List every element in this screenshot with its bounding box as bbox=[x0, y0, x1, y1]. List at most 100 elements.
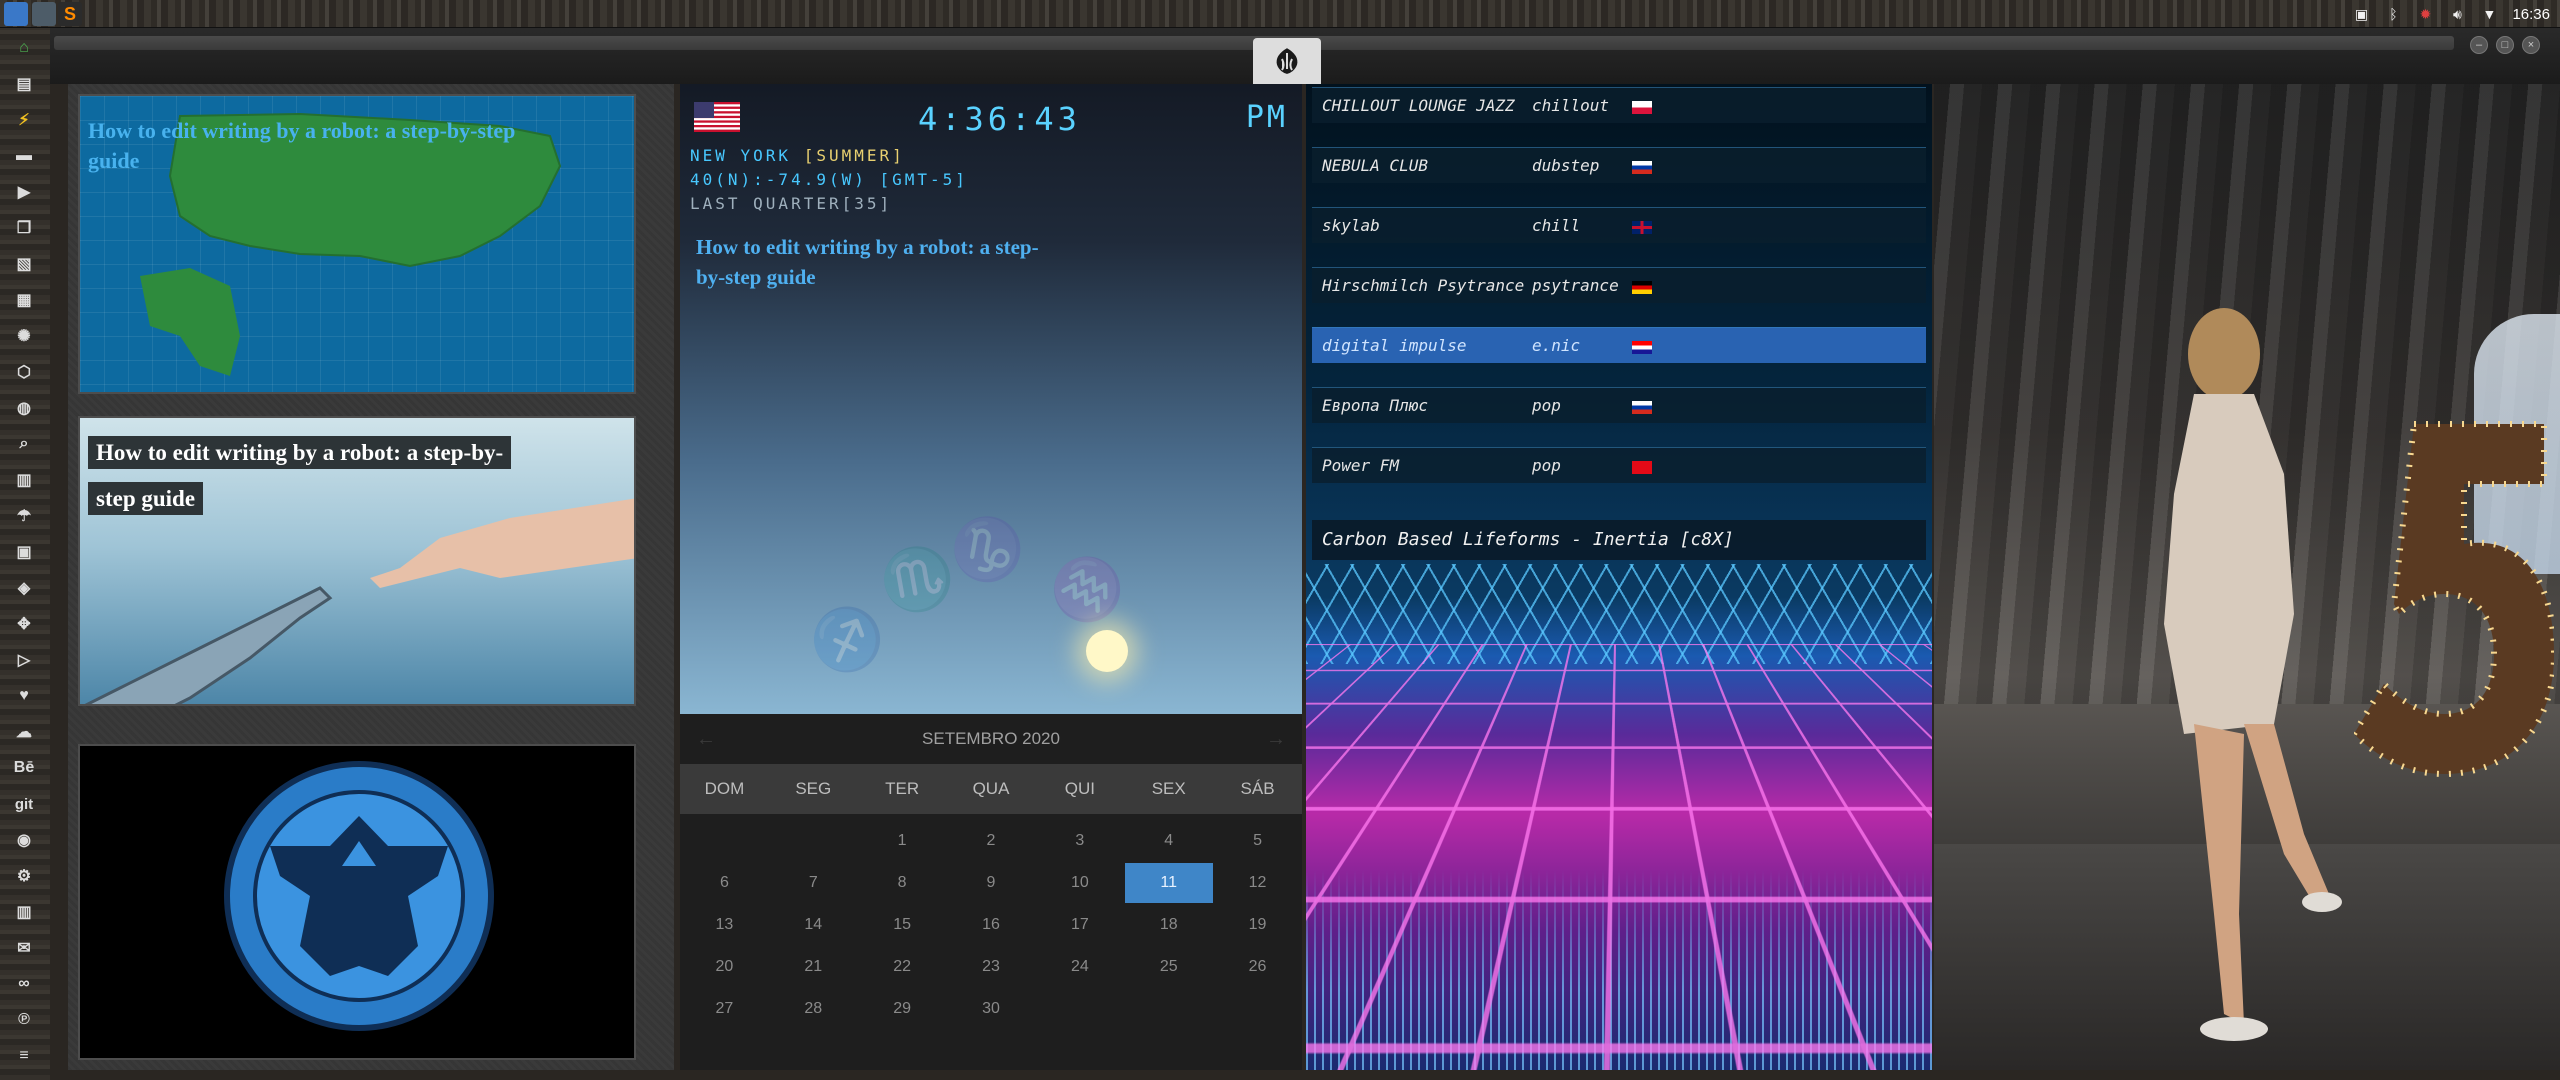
photo-tray-icon[interactable]: ▣ bbox=[2352, 6, 2370, 22]
station-row[interactable]: digital impulse e.nic bbox=[1312, 327, 1926, 363]
rebel-icon[interactable]: ✺ bbox=[10, 322, 38, 350]
calendar-next-button[interactable]: → bbox=[1266, 714, 1286, 764]
news-headline[interactable]: How to edit writing by a robot: a step-b… bbox=[88, 430, 528, 522]
calendar-day[interactable]: 13 bbox=[680, 904, 769, 946]
news-headline[interactable]: How to edit writing by a robot: a step-b… bbox=[696, 232, 1056, 292]
image-icon[interactable]: ▧ bbox=[10, 250, 38, 278]
station-name: Европа Плюс bbox=[1322, 396, 1428, 415]
calendar-day[interactable]: 2 bbox=[947, 820, 1036, 862]
station-row[interactable]: Power FM pop bbox=[1312, 447, 1926, 483]
umbrella-icon[interactable]: ☂ bbox=[10, 502, 38, 530]
update-icon[interactable]: ✹ bbox=[2416, 6, 2434, 22]
location-coords: 40(N):-74.9(W) [GMT-5] bbox=[690, 170, 968, 189]
link-icon[interactable]: ∞ bbox=[10, 970, 38, 998]
calendar-day[interactable]: 29 bbox=[858, 988, 947, 1030]
github-icon[interactable]: ◉ bbox=[10, 826, 38, 854]
sublime-launcher-icon[interactable]: S bbox=[58, 2, 82, 26]
globe-icon[interactable]: ◍ bbox=[10, 394, 38, 422]
calendar-day[interactable]: 16 bbox=[947, 904, 1036, 946]
archive-icon[interactable]: ▬ bbox=[10, 142, 38, 170]
calendar-day[interactable]: 6 bbox=[680, 862, 769, 904]
files-icon[interactable]: ❐ bbox=[10, 214, 38, 242]
expand-icon[interactable]: ✥ bbox=[10, 610, 38, 638]
station-row[interactable]: Европа Плюс pop bbox=[1312, 387, 1926, 423]
calendar-day[interactable]: 4 bbox=[1124, 820, 1213, 862]
behance-icon[interactable]: Bē bbox=[10, 754, 38, 782]
calendar-day[interactable]: 15 bbox=[858, 904, 947, 946]
station-row[interactable]: NEBULA CLUB dubstep bbox=[1312, 147, 1926, 183]
station-name: Power FM bbox=[1322, 456, 1400, 475]
map-icon[interactable]: ▥ bbox=[10, 466, 38, 494]
tag-icon[interactable]: ◈ bbox=[10, 574, 38, 602]
station-row[interactable]: skylab chill bbox=[1312, 207, 1926, 243]
bluetooth-icon[interactable]: ᛒ bbox=[2384, 6, 2402, 22]
calendar-day[interactable]: 3 bbox=[1035, 820, 1124, 862]
panel-clock[interactable]: 16:36 bbox=[2512, 6, 2550, 23]
station-row[interactable]: Hirschmilch Psytrance psytrance bbox=[1312, 267, 1926, 303]
calendar-day[interactable]: 20 bbox=[680, 946, 769, 988]
news-card-shield[interactable] bbox=[78, 744, 636, 1060]
weekday-label: SEX bbox=[1151, 779, 1186, 798]
files-launcher-icon[interactable] bbox=[4, 2, 28, 26]
heart-icon[interactable]: ♥ bbox=[10, 682, 38, 710]
model-photo bbox=[2164, 308, 2342, 1041]
calendar-day[interactable]: 21 bbox=[769, 946, 858, 988]
calendar-day[interactable]: 1 bbox=[858, 820, 947, 862]
minimize-button[interactable]: – bbox=[2470, 36, 2488, 54]
pinterest-icon[interactable]: ℗ bbox=[10, 1006, 38, 1034]
mail-icon[interactable]: ✉ bbox=[10, 934, 38, 962]
calendar-prev-button[interactable]: ← bbox=[696, 714, 716, 764]
calendar-day[interactable]: 24 bbox=[1035, 946, 1124, 988]
list-icon[interactable]: ≡ bbox=[10, 1042, 38, 1070]
shield-logo-icon bbox=[224, 761, 494, 1031]
calendar-day[interactable]: 25 bbox=[1124, 946, 1213, 988]
news-icon[interactable]: ▦ bbox=[10, 286, 38, 314]
calendar-day[interactable]: 5 bbox=[1213, 820, 1302, 862]
calendar-day-number: 25 bbox=[1159, 958, 1178, 975]
window-titlebar[interactable]: – □ × bbox=[50, 28, 2560, 84]
git-icon[interactable]: git bbox=[10, 790, 38, 818]
calendar-day[interactable]: 7 bbox=[769, 862, 858, 904]
close-button[interactable]: × bbox=[2522, 36, 2540, 54]
volume-icon[interactable]: 🔊︎ bbox=[2448, 6, 2466, 22]
calendar-day[interactable]: 8 bbox=[858, 862, 947, 904]
calendar-day[interactable]: 28 bbox=[769, 988, 858, 1030]
calendar-day[interactable]: 27 bbox=[680, 988, 769, 1030]
youtube-icon[interactable]: ▷ bbox=[10, 646, 38, 674]
calendar-day-today[interactable]: 11 bbox=[1124, 862, 1213, 904]
croatia-flag-icon bbox=[1632, 341, 1652, 354]
station-row[interactable]: CHILLOUT LOUNGE JAZZ chillout bbox=[1312, 87, 1926, 123]
calendar-day[interactable]: 22 bbox=[858, 946, 947, 988]
zodiac-glyph-icon: ♑ bbox=[944, 509, 1031, 591]
calendar-day[interactable]: 12 bbox=[1213, 862, 1302, 904]
map2-icon[interactable]: ▥ bbox=[10, 898, 38, 926]
maximize-button[interactable]: □ bbox=[2496, 36, 2514, 54]
news-headline[interactable]: How to edit writing by a robot: a step-b… bbox=[88, 116, 558, 176]
calendar-day[interactable]: 23 bbox=[947, 946, 1036, 988]
calendar-day-number: 5 bbox=[1253, 832, 1263, 849]
contacts-icon[interactable]: ▣ bbox=[10, 538, 38, 566]
calendar-day[interactable]: 30 bbox=[947, 988, 1036, 1030]
news-card-robot[interactable]: How to edit writing by a robot: a step-b… bbox=[78, 416, 636, 706]
calendar-day[interactable]: 19 bbox=[1213, 904, 1302, 946]
news-card-map[interactable]: How to edit writing by a robot: a step-b… bbox=[78, 94, 636, 394]
wifi-icon[interactable]: ▼ bbox=[2480, 6, 2498, 22]
window-launcher-icon[interactable] bbox=[32, 2, 56, 26]
bolt-icon[interactable]: ⚡︎ bbox=[10, 106, 38, 134]
calendar-day[interactable]: 9 bbox=[947, 862, 1036, 904]
calendar-day[interactable]: 18 bbox=[1124, 904, 1213, 946]
bicycle-icon[interactable]: ⚙ bbox=[10, 862, 38, 890]
calendar-day[interactable]: 10 bbox=[1035, 862, 1124, 904]
document-icon[interactable]: ▤ bbox=[10, 70, 38, 98]
news-headline-text[interactable]: How to edit writing by a robot: a step-b… bbox=[88, 436, 512, 515]
top-panel: S ▣ ᛒ ✹ 🔊︎ ▼ 16:36 bbox=[0, 0, 2560, 28]
calendar-day[interactable]: 14 bbox=[769, 904, 858, 946]
search-icon[interactable]: ⌕ bbox=[10, 430, 38, 458]
hex-icon[interactable]: ⬡ bbox=[10, 358, 38, 386]
calendar-day[interactable]: 26 bbox=[1213, 946, 1302, 988]
calendar-day[interactable]: 17 bbox=[1035, 904, 1124, 946]
rebel-alliance-icon[interactable] bbox=[1253, 38, 1321, 84]
cloud-icon[interactable]: ☁ bbox=[10, 718, 38, 746]
home-icon[interactable]: ⌂ bbox=[10, 34, 38, 62]
play-icon[interactable]: ▶ bbox=[10, 178, 38, 206]
